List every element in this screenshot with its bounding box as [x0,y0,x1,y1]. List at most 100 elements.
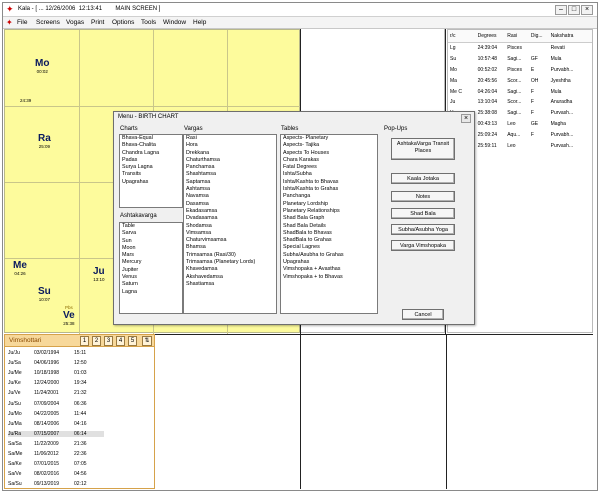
ashtaka-item[interactable]: Mars [120,252,182,259]
tables-item[interactable]: Ishta/Kashta to Bhavas [281,179,377,186]
vargas-item[interactable]: Panchamsa [184,164,276,171]
tables-item[interactable]: Vimshopaka + Avasthas [281,266,377,273]
ashtaka-item[interactable]: Jupiter [120,267,182,274]
menu-file[interactable]: File [17,19,27,26]
vargas-item[interactable]: Ekadasamsa [184,208,276,215]
menu-print[interactable]: Print [91,19,104,26]
tables-item[interactable]: Aspects To Houses [281,150,377,157]
tables-item[interactable]: Subha/Asubha to Grahas [281,252,377,259]
ashtakavarga-transit-button[interactable]: AshtakaVarga Transit Places [391,138,455,160]
shad-bala-button[interactable]: Shad Bala [391,208,455,219]
ashtakavarga-list[interactable]: Table Sarva Sun Moon Mars Mercury Jupiter Venus… [119,222,183,314]
charts-item[interactable]: Surya Lagna [120,164,182,171]
menu-options[interactable]: Options [112,19,134,26]
varga-vimshopaka-button[interactable]: Varga Vimshopaka [391,240,455,251]
vargas-item[interactable]: Hora [184,142,276,149]
vargas-item[interactable]: Shastiamsa [184,281,276,288]
vargas-item[interactable]: Ashtamsa [184,186,276,193]
minimize-button[interactable]: – [555,5,567,15]
vargas-item[interactable]: Bhamsa [184,244,276,251]
vargas-item[interactable]: Rasi [184,135,276,142]
table-row[interactable]: Mo 00:52:02 Pisces E Purvabh... [448,65,592,76]
menu-help[interactable]: Help [193,19,206,26]
tables-item[interactable]: Ishta/Kashta to Grahas [281,186,377,193]
planet-jupiter[interactable]: Ju 13:10 [93,266,105,282]
menu-screens[interactable]: Screens [36,19,60,26]
vargas-item[interactable]: Vimsamsa [184,230,276,237]
column-header[interactable]: Rasi [505,30,529,42]
vargas-item[interactable]: Drekkana [184,150,276,157]
vargas-item[interactable]: Trimsamsa (Planetary Lords) [184,259,276,266]
vargas-item[interactable]: Chaturthamsa [184,157,276,164]
ashtaka-item[interactable]: Moon [120,245,182,252]
vargas-list[interactable]: Rasi Hora Drekkana Chaturthamsa Panchamsa Sha… [183,134,277,314]
vargas-item[interactable]: Saptamsa [184,179,276,186]
planet-rahu[interactable]: Ra 25:09 [38,133,51,149]
tables-item[interactable]: Chara Karakas [281,157,377,164]
tables-item[interactable]: Vimshopaka + to Bhavas [281,274,377,281]
charts-item[interactable]: Chandra Lagna [120,150,182,157]
dasha-row[interactable]: Ju/Ve 11/24/2001 21:32 [8,390,104,396]
dasha-level-tab-5[interactable]: 5 [128,336,137,346]
dasha-row[interactable]: Sa/Su 09/13/2019 02:12 [8,481,104,487]
cancel-button[interactable]: Cancel [402,309,444,320]
column-header[interactable]: r/c [448,30,476,42]
maximize-button[interactable]: □ [568,5,580,15]
tables-item[interactable]: Planetary Relationships [281,208,377,215]
menu-tools[interactable]: Tools [141,19,156,26]
tables-item[interactable]: Aspects- Tajika [281,142,377,149]
ashtaka-item[interactable]: Mercury [120,259,182,266]
subha-asubha-yoga-button[interactable]: Subha/Asubha Yoga [391,224,455,235]
table-row[interactable]: Ju 13:10:04 Scor... F Anuradha [448,97,592,108]
dasha-row[interactable]: Ju/Sa 04/06/1996 12:50 [8,360,104,366]
column-header[interactable]: Dig... [529,30,549,42]
charts-list[interactable]: Bhava-Equal Bhava-Chalita Chandra Lagna Pad… [119,134,183,208]
charts-item[interactable]: Bhava-Chalita [120,142,182,149]
dasha-row[interactable]: Sa/Ke 07/01/2015 07:05 [8,461,104,467]
planet-mercury[interactable]: Me 04:26 [13,260,27,276]
dasha-expand-icon[interactable]: ⇅ [142,336,152,346]
tables-item[interactable]: Upagrahas [281,259,377,266]
table-row[interactable]: Lg 24:39:04 Pisces Revati [448,43,592,54]
dasha-row[interactable]: Ju/Ke 12/24/2000 19:34 [8,380,104,386]
dasha-row[interactable]: Sa/Sa 11/22/2009 21:36 [8,441,104,447]
charts-item[interactable]: Bhava-Equal [120,135,182,142]
dasha-row[interactable]: Sa/Me 11/06/2012 22:36 [8,451,104,457]
vargas-item[interactable]: Trimsamsa (Rasi/30) [184,252,276,259]
tables-item[interactable]: ShadBala to Grahas [281,237,377,244]
dasha-row[interactable]: Ju/Ra 07/15/2007 06:14 [8,430,104,437]
planet-sun[interactable]: Su 10:07 [38,286,51,302]
dasha-level-tab-3[interactable]: 3 [104,336,113,346]
ashtaka-item[interactable]: Venus [120,274,182,281]
tables-item[interactable]: Panchanga [281,193,377,200]
dasha-row[interactable]: Ju/Ju 03/02/1994 15:11 [8,350,104,356]
vargas-item[interactable]: Navamsa [184,193,276,200]
dasha-row[interactable]: Ju/Su 07/09/2004 06:36 [8,401,104,407]
dasha-level-tab-4[interactable]: 4 [116,336,125,346]
ashtaka-item[interactable]: Sarva [120,230,182,237]
ashtaka-item[interactable]: Table [120,223,182,230]
tables-item[interactable]: Aspects- Planetary [281,135,377,142]
column-header[interactable]: Degrees [476,30,506,42]
column-header[interactable]: Nakshatra [549,30,592,42]
dasha-row[interactable]: Ju/Ma 08/14/2006 04:16 [8,421,104,427]
charts-item[interactable]: Padas [120,157,182,164]
close-button[interactable]: × [581,5,593,15]
tables-item[interactable]: ShadBala to Bhavas [281,230,377,237]
planet-venus[interactable]: Pbs Ve 25:38 [63,305,75,326]
vargas-item[interactable]: Akshavedamsa [184,274,276,281]
tables-item[interactable]: Shad Bala Graph [281,215,377,222]
tables-item[interactable]: Planetary Lordship [281,201,377,208]
dialog-close-button[interactable]: × [461,114,471,123]
table-row[interactable]: Ma 20:45:56 Scor... OH Jyeshtha [448,75,592,86]
dasha-level-tab-1[interactable]: 1 [80,336,89,346]
tables-item[interactable]: Special Lagnes [281,244,377,251]
tables-item[interactable]: Fatal Degrees [281,164,377,171]
charts-item[interactable]: Upagrahas [120,179,182,186]
vargas-item[interactable]: Khavedamsa [184,266,276,273]
dasha-row[interactable]: Sa/Ve 08/02/2016 04:56 [8,471,104,477]
dasha-row[interactable]: Ju/Mo 04/22/2005 11:44 [8,411,104,417]
ashtaka-item[interactable]: Lagna [120,289,182,296]
vargas-item[interactable]: Shodamsa [184,223,276,230]
table-row[interactable]: Su 10:57:48 Sagi... GF Mula [448,54,592,65]
